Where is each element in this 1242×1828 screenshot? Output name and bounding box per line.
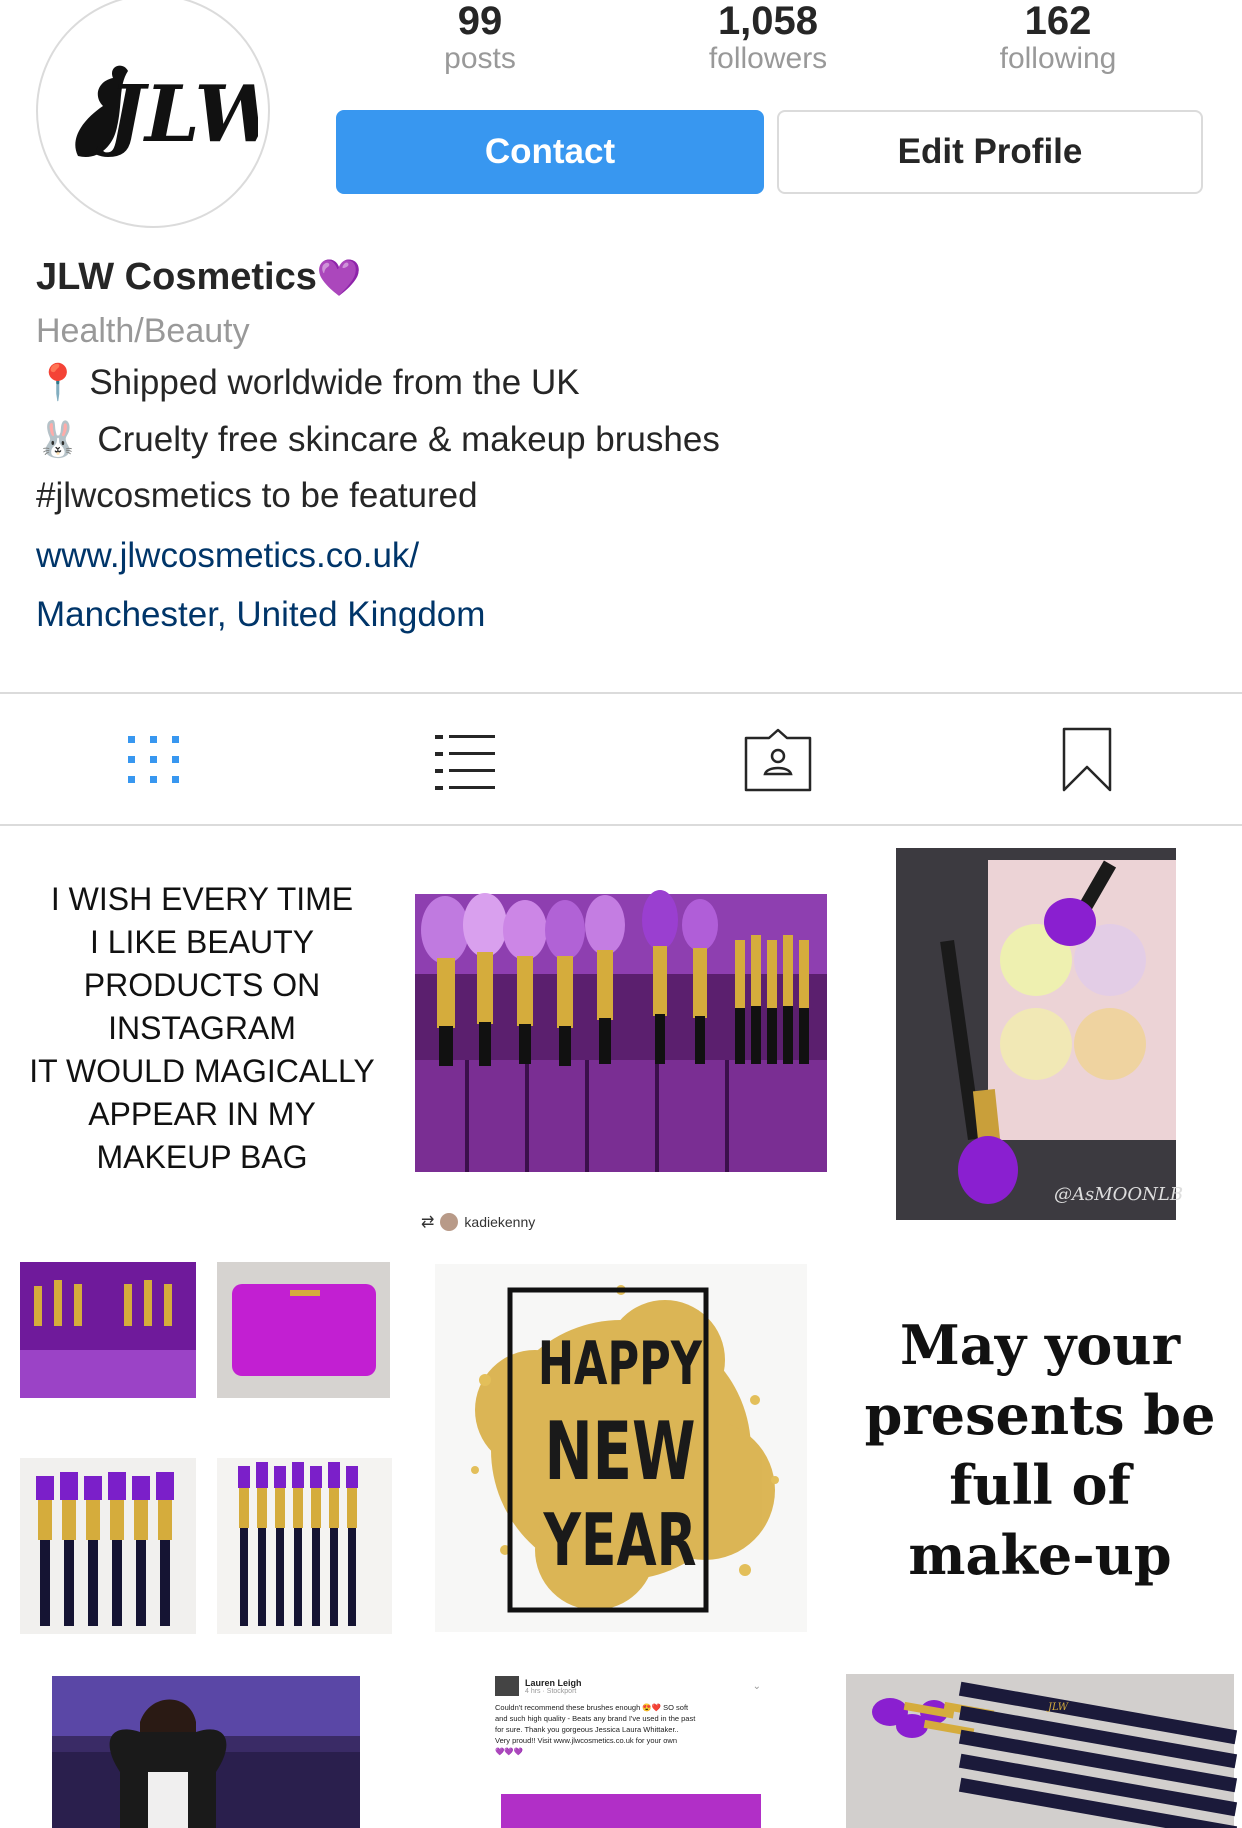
- post-runway-photo[interactable]: [0, 1662, 404, 1828]
- review-header: Lauren Leigh 4 hrs · Stockport ⌄: [495, 1676, 761, 1696]
- post-quote-magic[interactable]: I WISH EVERY TIME I LIKE BEAUTY PRODUCTS…: [0, 830, 404, 1238]
- tagged-icon: [744, 728, 812, 792]
- stat-following[interactable]: 162 following: [948, 0, 1168, 76]
- saved-icon: [1062, 727, 1112, 792]
- post-presents-text: May your presents be full of make-up: [864, 1313, 1216, 1587]
- collage-image: [20, 1262, 392, 1634]
- bio-website-link[interactable]: www.jlwcosmetics.co.uk/: [36, 536, 419, 576]
- grid-icon: [128, 736, 179, 783]
- tab-saved[interactable]: [1027, 720, 1147, 800]
- post-customer-review[interactable]: Lauren Leigh 4 hrs · Stockport ⌄ Couldn'…: [415, 1662, 827, 1828]
- followers-count: 1,058: [717, 0, 819, 43]
- bio-cruelty-text: Cruelty free skincare & makeup brushes: [97, 420, 720, 459]
- post-quote-presents[interactable]: May your presents be full of make-up: [838, 1250, 1242, 1650]
- brush-engraving: JLW: [1048, 1702, 1069, 1713]
- review-avatar: [495, 1676, 519, 1696]
- following-label: following: [999, 42, 1117, 75]
- repost-avatar: [440, 1213, 459, 1231]
- profile-category: Health/Beauty: [36, 312, 250, 350]
- tab-tagged[interactable]: [718, 720, 838, 800]
- bio-location-link[interactable]: Manchester, United Kingdom: [36, 595, 485, 635]
- bio-line-cruelty: 🐰 Cruelty free skincare & makeup brushes: [36, 419, 720, 460]
- bio-hashtag: #jlwcosmetics to be featured: [36, 476, 478, 515]
- repost-credit: ⇄ kadiekenny: [421, 1212, 535, 1232]
- bio-shipping-text: Shipped worldwide from the UK: [89, 363, 580, 402]
- review-body: Couldn't recommend these brushes enough …: [495, 1703, 696, 1756]
- posts-count: 99: [457, 0, 503, 43]
- posts-label: posts: [444, 42, 516, 75]
- review-meta: 4 hrs · Stockport: [525, 1687, 577, 1695]
- pin-icon: 📍: [36, 363, 80, 402]
- repost-username: kadiekenny: [464, 1214, 536, 1230]
- post-brush-bag[interactable]: ⇄ kadiekenny: [415, 830, 827, 1238]
- post-brush-set[interactable]: JLW: [838, 1662, 1242, 1828]
- brush-bag-image: [415, 890, 827, 1172]
- list-icon: [435, 735, 495, 790]
- bio-line-shipping: 📍 Shipped worldwide from the UK: [36, 362, 580, 403]
- post-brush-collage[interactable]: [0, 1250, 404, 1650]
- svg-text:JLW: JLW: [95, 69, 258, 160]
- review-photo: [501, 1794, 761, 1828]
- palette-signature: @AsMOONLB: [1054, 1184, 1184, 1205]
- followers-label: followers: [708, 42, 828, 75]
- runway-image: [52, 1676, 360, 1828]
- rabbit-icon: 🐰: [36, 420, 80, 459]
- review-chevron-down-icon: ⌄: [752, 1680, 761, 1692]
- post-quote-text: I WISH EVERY TIME I LIKE BEAUTY PRODUCTS…: [29, 881, 375, 1175]
- contact-button[interactable]: Contact: [336, 110, 764, 194]
- stat-followers[interactable]: 1,058 followers: [658, 0, 878, 76]
- repost-icon: ⇄: [421, 1214, 435, 1231]
- post-happy-new-year[interactable]: HAPPY NEW YEAR: [415, 1250, 827, 1650]
- profile-avatar[interactable]: JLW: [36, 0, 270, 228]
- following-count: 162: [1024, 0, 1092, 43]
- jlw-logo-icon: JLW: [75, 65, 258, 160]
- tab-grid[interactable]: [94, 720, 214, 800]
- review-author: Lauren Leigh: [525, 1677, 582, 1688]
- post-highlighter-palette[interactable]: @AsMOONLB: [838, 830, 1242, 1238]
- new-year-text: HAPPY NEW YEAR: [537, 1329, 703, 1582]
- tab-list[interactable]: [405, 720, 525, 800]
- purple-heart-icon: 💜: [316, 256, 362, 298]
- profile-name-row: JLW Cosmetics 💜: [36, 256, 362, 299]
- divider-top: [0, 692, 1242, 694]
- divider-grid: [0, 824, 1242, 826]
- review-card: Lauren Leigh 4 hrs · Stockport ⌄ Couldn'…: [495, 1676, 761, 1828]
- edit-profile-button[interactable]: Edit Profile: [777, 110, 1203, 194]
- palette-image: [896, 848, 1176, 1220]
- stat-posts[interactable]: 99 posts: [370, 0, 590, 76]
- profile-name: JLW Cosmetics: [36, 256, 317, 298]
- brush-set-image: [846, 1674, 1238, 1828]
